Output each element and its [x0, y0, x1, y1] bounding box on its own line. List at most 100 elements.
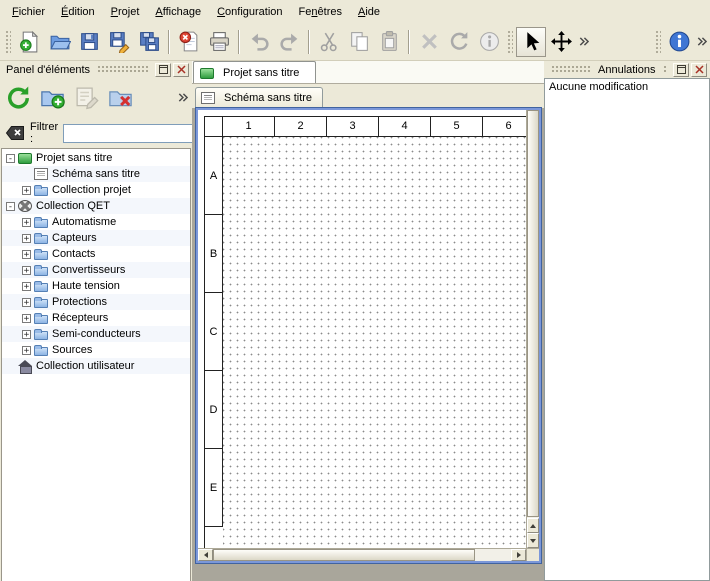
row-header: B	[205, 215, 223, 293]
tree-item-schema[interactable]: Schéma sans titre	[2, 166, 190, 182]
close-dock-button[interactable]	[173, 63, 189, 77]
menu-affichage[interactable]: Affichage	[147, 3, 209, 21]
scroll-right-button[interactable]	[511, 549, 526, 561]
expander-icon[interactable]: +	[22, 282, 31, 291]
print-button[interactable]	[204, 27, 234, 57]
undo-titlebar[interactable]: Annulations	[544, 61, 710, 78]
toolbar-grip[interactable]	[5, 30, 11, 54]
toolbar-grip[interactable]	[507, 30, 513, 54]
folder-icon	[34, 315, 48, 324]
toolbar-overflow-button[interactable]	[694, 31, 708, 53]
undo-list[interactable]: Aucune modification	[544, 78, 710, 581]
vertical-scrollbar-thumb[interactable]	[527, 110, 539, 517]
toolbar-grip[interactable]	[655, 30, 661, 54]
panel-toolbar-overflow-button[interactable]	[175, 86, 189, 108]
reload-collections-button[interactable]	[3, 82, 34, 113]
main-toolbar	[0, 23, 710, 61]
conductor-info-button[interactable]	[474, 27, 504, 57]
tree-item-semi-conducteurs[interactable]: +Semi-conducteurs	[2, 326, 190, 342]
expander-icon[interactable]: +	[22, 186, 31, 195]
expander-icon[interactable]: -	[6, 202, 15, 211]
toolbar-overflow-button[interactable]	[576, 31, 590, 53]
save-all-button[interactable]	[134, 27, 164, 57]
expander-icon[interactable]: +	[22, 314, 31, 323]
horizontal-scrollbar-thumb[interactable]	[213, 549, 475, 561]
expander-icon[interactable]: +	[22, 330, 31, 339]
qet-collection-icon	[18, 200, 32, 212]
new-document-button[interactable]	[14, 27, 44, 57]
horizontal-scrollbar[interactable]	[198, 548, 526, 561]
expander-icon[interactable]: +	[22, 218, 31, 227]
diagram-canvas[interactable]: 1 2 3 4 5 6 A B C D E	[198, 110, 526, 548]
move-tool-button[interactable]	[546, 27, 576, 57]
tree-item-collection-utilisateur[interactable]: Collection utilisateur	[2, 358, 190, 374]
menu-edition[interactable]: Édition	[53, 3, 103, 21]
expander-icon[interactable]	[22, 170, 31, 179]
menubar: Fichier Édition Projet Affichage Configu…	[0, 0, 710, 23]
edit-element-button[interactable]	[71, 82, 102, 113]
dock-title-texture	[663, 65, 668, 74]
tree-item-label: Schéma sans titre	[52, 168, 140, 180]
row-header: E	[205, 449, 223, 527]
expander-icon[interactable]: +	[22, 298, 31, 307]
select-tool-button[interactable]	[516, 27, 546, 57]
menu-fenetres[interactable]: Fenêtres	[291, 3, 350, 21]
tree-item-recepteurs[interactable]: +Récepteurs	[2, 310, 190, 326]
expander-icon[interactable]: +	[22, 250, 31, 259]
tree-item-convertisseurs[interactable]: +Convertisseurs	[2, 262, 190, 278]
vertical-scrollbar[interactable]	[526, 110, 539, 548]
undo-button[interactable]	[244, 27, 274, 57]
delete-element-button[interactable]	[105, 82, 136, 113]
float-dock-button[interactable]	[155, 63, 171, 77]
close-dock-button[interactable]	[691, 63, 707, 77]
scroll-left-button[interactable]	[198, 549, 213, 561]
open-project-button[interactable]	[44, 27, 74, 57]
scroll-down-button[interactable]	[527, 533, 539, 548]
column-header: 5	[431, 117, 483, 137]
save-button[interactable]	[74, 27, 104, 57]
paste-icon	[378, 30, 401, 53]
filter-input[interactable]	[63, 124, 213, 143]
tree-item-collection-projet[interactable]: +Collection projet	[2, 182, 190, 198]
redo-button[interactable]	[274, 27, 304, 57]
expander-icon[interactable]: +	[22, 266, 31, 275]
tree-item-collection-qet[interactable]: - Collection QET	[2, 198, 190, 214]
tree-item-capteurs[interactable]: +Capteurs	[2, 230, 190, 246]
tree-item-project[interactable]: -Projet sans titre	[2, 150, 190, 166]
clear-filter-button[interactable]	[5, 125, 25, 141]
copy-button[interactable]	[344, 27, 374, 57]
dot-grid[interactable]	[223, 137, 526, 548]
ruler-corner	[205, 117, 223, 137]
tree-item-protections[interactable]: +Protections	[2, 294, 190, 310]
menu-projet[interactable]: Projet	[103, 3, 148, 21]
expander-icon[interactable]: +	[22, 234, 31, 243]
tab-schema-sans-titre[interactable]: Schéma sans titre	[195, 87, 323, 108]
save-as-button[interactable]	[104, 27, 134, 57]
cut-button[interactable]	[314, 27, 344, 57]
tree-item-sources[interactable]: +Sources	[2, 342, 190, 358]
tree-item-automatisme[interactable]: +Automatisme	[2, 214, 190, 230]
menu-fichier[interactable]: Fichier	[4, 3, 53, 21]
rotate-button[interactable]	[444, 27, 474, 57]
tree-item-haute-tension[interactable]: +Haute tension	[2, 278, 190, 294]
scroll-up-button[interactable]	[527, 518, 539, 533]
tree-item-contacts[interactable]: +Contacts	[2, 246, 190, 262]
paste-button[interactable]	[374, 27, 404, 57]
expander-icon[interactable]: -	[6, 154, 15, 163]
elements-panel-titlebar[interactable]: Panel d'éléments	[0, 61, 192, 78]
menu-aide[interactable]: Aide	[350, 3, 388, 21]
expander-icon[interactable]: +	[22, 346, 31, 355]
new-element-button[interactable]	[37, 82, 68, 113]
undo-empty-message[interactable]: Aucune modification	[549, 81, 648, 93]
home-icon	[18, 360, 32, 373]
float-dock-button[interactable]	[673, 63, 689, 77]
expander-icon[interactable]	[6, 362, 15, 371]
about-button[interactable]	[664, 27, 694, 57]
dock-area: Panel d'éléments	[0, 61, 710, 581]
delete-button[interactable]	[414, 27, 444, 57]
schema-icon	[34, 168, 48, 180]
tree-item-label: Collection QET	[36, 200, 110, 212]
close-file-button[interactable]	[174, 27, 204, 57]
menu-configuration[interactable]: Configuration	[209, 3, 290, 21]
tab-projet-sans-titre[interactable]: Projet sans titre	[193, 61, 316, 83]
